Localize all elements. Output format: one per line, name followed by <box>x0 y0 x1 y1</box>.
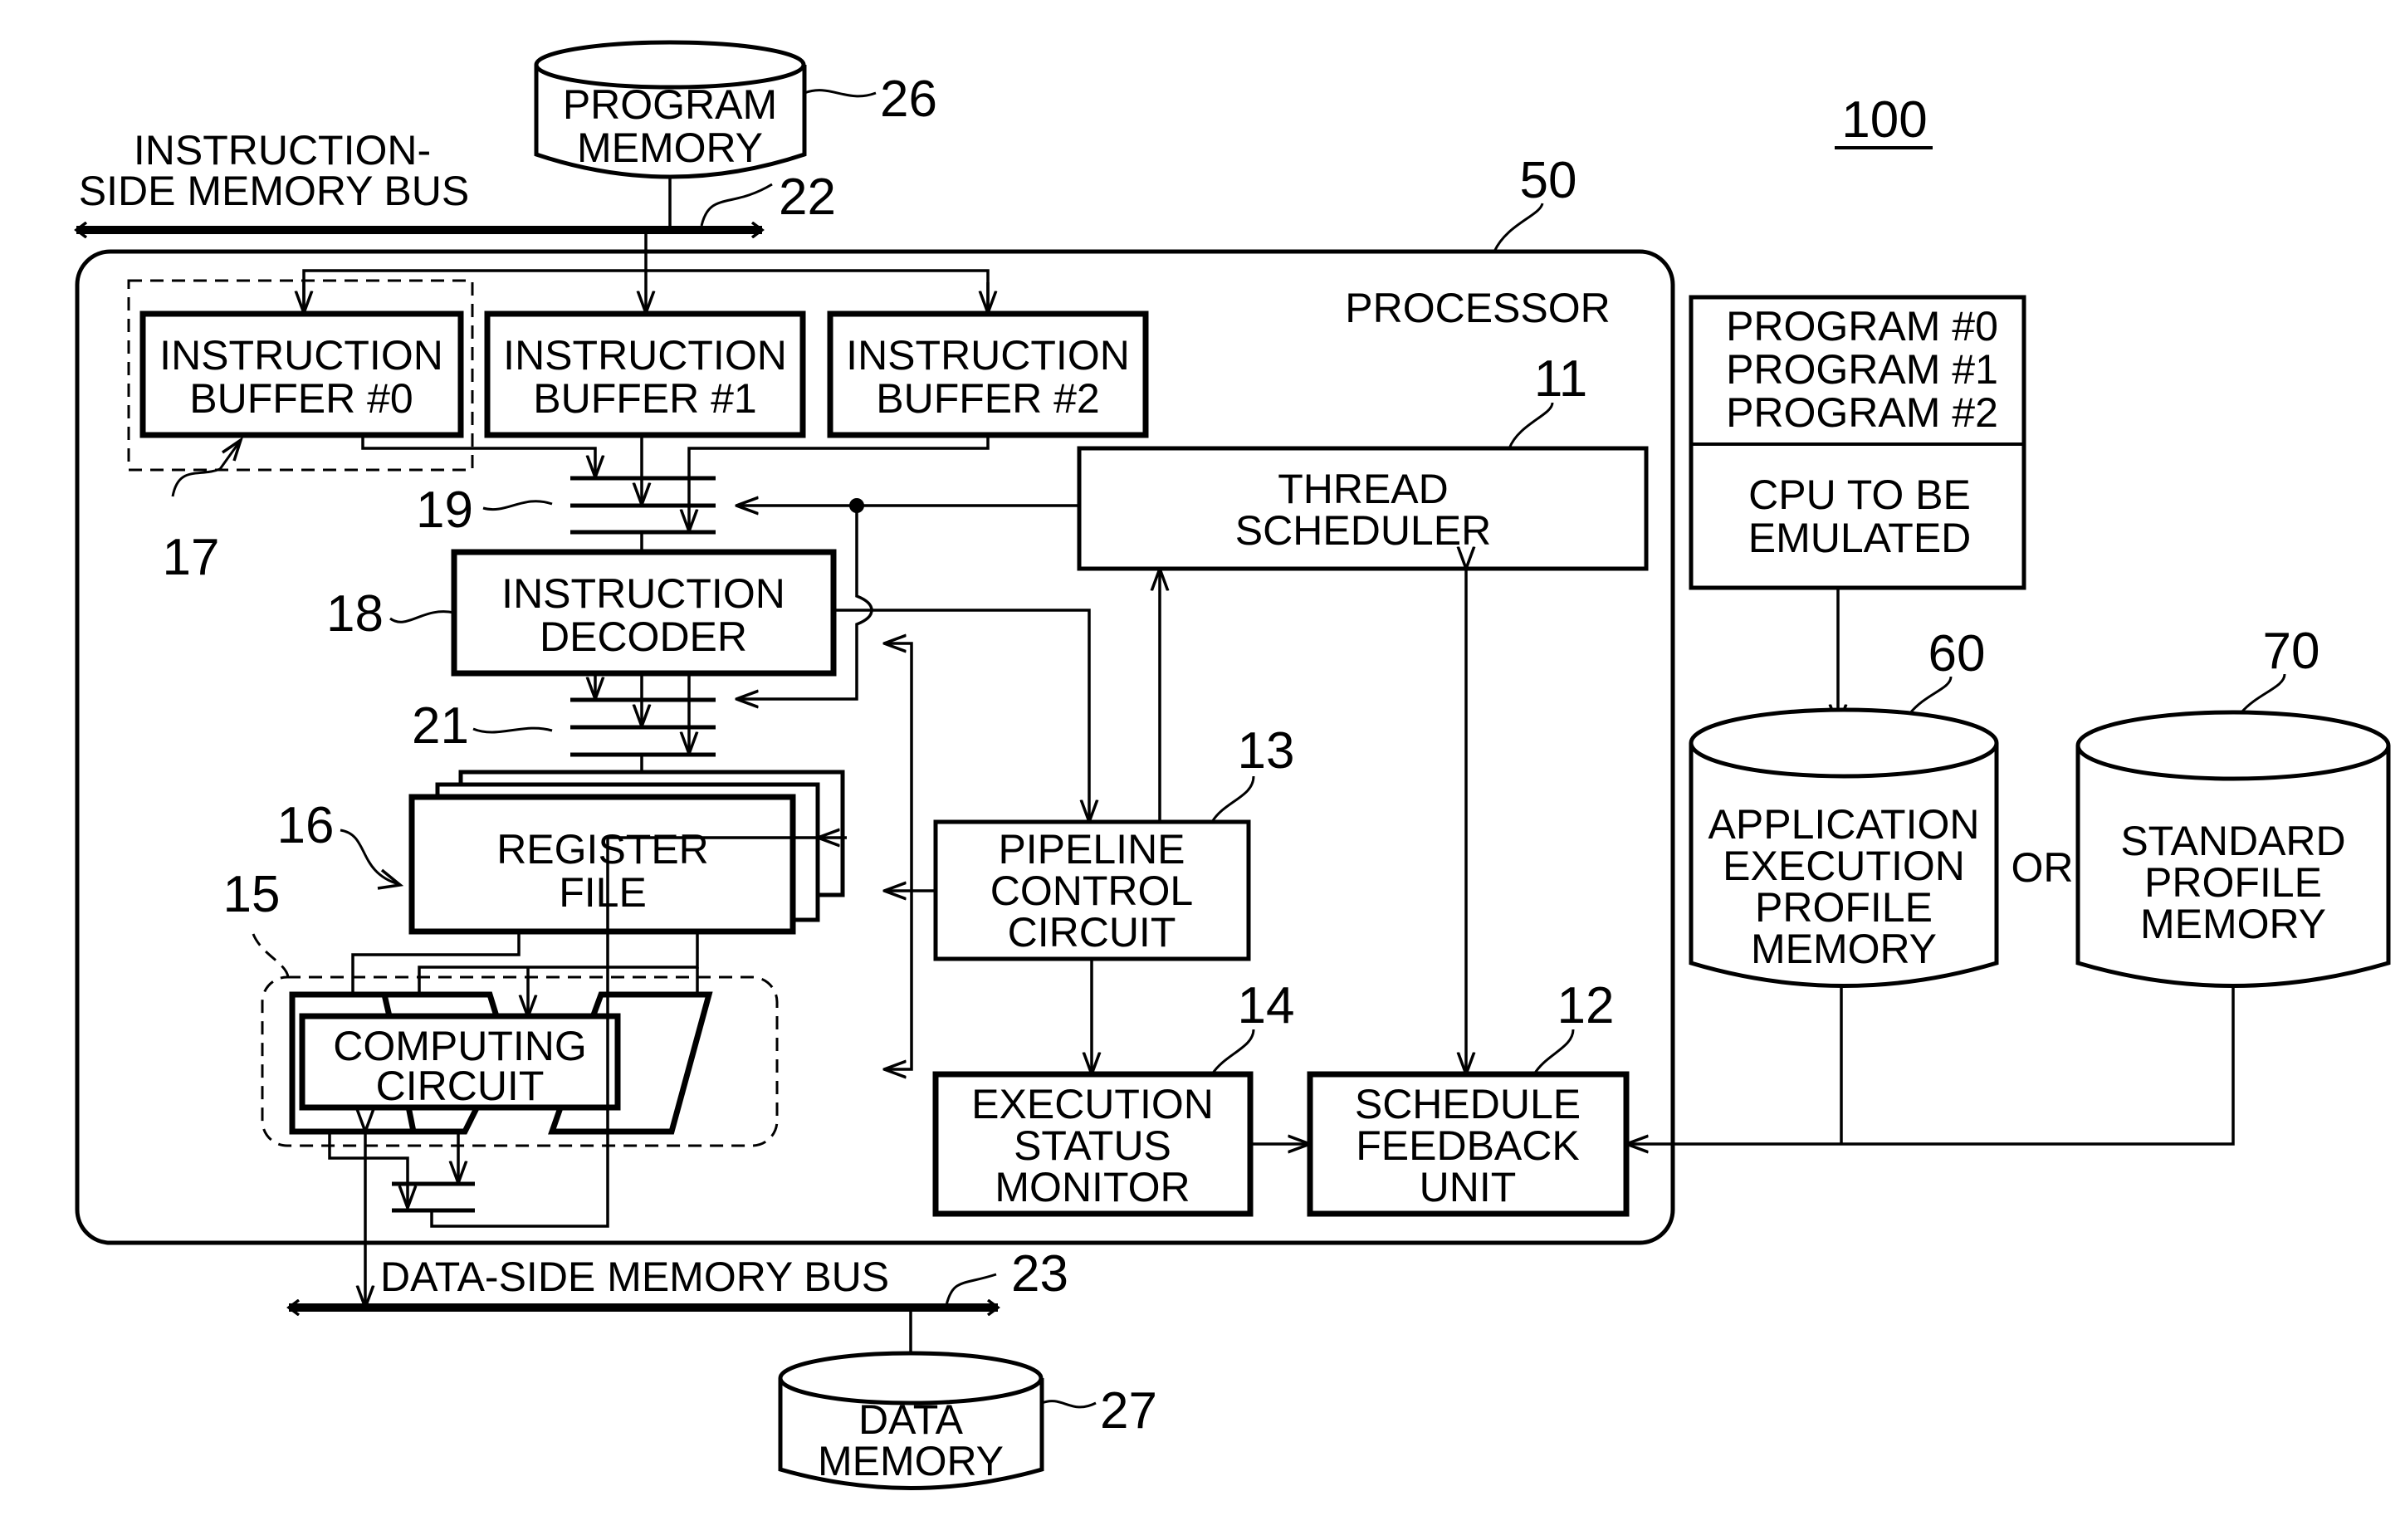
processor-label: PROCESSOR <box>1345 285 1611 331</box>
schedule-feedback-unit[interactable]: SCHEDULE FEEDBACK UNIT <box>1307 1071 1630 1217</box>
execution-status-label-3: MONITOR <box>995 1164 1190 1210</box>
instruction-buffer-1-label-1: INSTRUCTION <box>503 332 787 379</box>
leader-15 <box>252 933 290 978</box>
app-profile-label-4: MEMORY <box>1751 926 1937 972</box>
program-0-label: PROGRAM #0 <box>1726 303 1998 350</box>
ref-15: 15 <box>223 866 281 923</box>
schedule-feedback-label-1: SCHEDULE <box>1355 1081 1581 1127</box>
ref-50: 50 <box>1520 152 1577 209</box>
ref-14: 14 <box>1238 977 1295 1034</box>
ref-23: 23 <box>1011 1245 1068 1303</box>
ref-60: 60 <box>1928 625 1986 682</box>
leader-27 <box>1041 1400 1097 1409</box>
program-1-label: PROGRAM #1 <box>1726 346 1998 393</box>
ref-26: 26 <box>880 71 937 128</box>
cpu-emulated-label-2: EMULATED <box>1748 515 1972 561</box>
computing-circuit-label-2: CIRCUIT <box>376 1063 545 1109</box>
schedule-feedback-label-3: UNIT <box>1420 1164 1517 1210</box>
register-file-label-1: REGISTER <box>496 826 709 873</box>
instruction-buffer-1[interactable]: INSTRUCTION BUFFER #1 <box>484 310 806 438</box>
data-memory[interactable]: DATA MEMORY <box>778 1351 1044 1490</box>
ref-16: 16 <box>277 797 335 854</box>
register-file[interactable]: REGISTER FILE <box>408 770 845 935</box>
compute-out-a <box>328 1132 408 1208</box>
program-2-label: PROGRAM #2 <box>1726 389 1998 436</box>
pipeline-control-label-1: PIPELINE <box>998 826 1185 873</box>
data-memory-label-1: DATA <box>858 1396 964 1443</box>
instruction-decoder[interactable]: INSTRUCTION DECODER <box>451 549 837 677</box>
program-memory-label-2: MEMORY <box>577 125 763 171</box>
leader-50 <box>1493 203 1544 252</box>
execution-status-label-1: EXECUTION <box>971 1081 1214 1127</box>
ref-21: 21 <box>412 697 469 755</box>
data-bus-label: DATA-SIDE MEMORY BUS <box>380 1254 889 1300</box>
computing-circuit[interactable]: COMPUTING CIRCUIT <box>289 991 713 1135</box>
program-memory-label-1: PROGRAM <box>563 81 777 128</box>
register-file-label-2: FILE <box>559 869 647 916</box>
leader-19 <box>482 500 553 511</box>
instruction-buffer-0[interactable]: INSTRUCTION BUFFER #0 <box>139 310 464 438</box>
instruction-bus-label-2: SIDE MEMORY BUS <box>79 168 469 214</box>
pipeline-control-circuit[interactable]: PIPELINE CONTROL CIRCUIT <box>933 819 1251 961</box>
app-profile-label-1: APPLICATION <box>1708 801 1980 848</box>
instruction-decoder-label-1: INSTRUCTION <box>501 570 785 617</box>
thread-scheduler-label-2: SCHEDULER <box>1235 507 1491 554</box>
instruction-bus-label-1: INSTRUCTION- <box>134 127 431 174</box>
app-profile-label-3: PROFILE <box>1755 884 1933 931</box>
ref-11: 11 <box>1534 350 1587 408</box>
or-label: OR <box>2011 844 2074 891</box>
instruction-buffer-0-label-2: BUFFER #0 <box>189 375 413 422</box>
pipeline-to-selector <box>884 643 913 891</box>
leader-12 <box>1532 1029 1575 1075</box>
std-profile-label-2: PROFILE <box>2144 859 2322 906</box>
leader-13 <box>1210 775 1255 823</box>
figure-ref: 100 <box>1841 91 1927 149</box>
processor-block-diagram: 100 PROGRAM MEMORY 26 INSTRUCTION- SIDE … <box>0 40 2391 1490</box>
instruction-buffer-2-label-2: BUFFER #2 <box>876 375 1100 422</box>
instruction-buffer-0-label-1: INSTRUCTION <box>159 332 443 379</box>
buffer2-output <box>689 435 990 531</box>
app-profile-label-2: EXECUTION <box>1723 843 1965 889</box>
standard-profile-memory[interactable]: STANDARD PROFILE MEMORY <box>2075 710 2391 988</box>
program-memory[interactable]: PROGRAM MEMORY <box>534 40 807 179</box>
leader-23 <box>945 1273 997 1306</box>
execution-status-label-2: STATUS <box>1014 1122 1171 1169</box>
instruction-decoder-label-2: DECODER <box>540 614 747 660</box>
leader-18 <box>389 610 455 623</box>
pipeline-control-label-3: CIRCUIT <box>1008 909 1176 956</box>
std-profile-label-1: STANDARD <box>2120 818 2345 864</box>
ref-22: 22 <box>779 169 836 226</box>
leader-14 <box>1210 1029 1255 1075</box>
thread-scheduler[interactable]: THREAD SCHEDULER <box>1077 446 1649 571</box>
cpu-emulated-label-1: CPU TO BE <box>1748 472 1971 518</box>
ref-12: 12 <box>1557 977 1615 1034</box>
ref-70: 70 <box>2263 623 2320 680</box>
instruction-buffer-2-label-1: INSTRUCTION <box>846 332 1130 379</box>
leader-26 <box>804 89 877 98</box>
program-table[interactable]: PROGRAM #0 PROGRAM #1 PROGRAM #2 CPU TO … <box>1689 295 2026 590</box>
decoder-to-pipeline <box>833 609 1089 822</box>
ref-19: 19 <box>416 482 473 539</box>
ref-13: 13 <box>1238 722 1295 780</box>
leader-17-arrowhead <box>222 436 244 462</box>
data-memory-label-2: MEMORY <box>818 1438 1004 1484</box>
ref-27: 27 <box>1100 1382 1157 1440</box>
leader-11 <box>1508 402 1554 449</box>
schedule-feedback-label-2: FEEDBACK <box>1356 1122 1580 1169</box>
leader-22 <box>700 183 773 227</box>
profiles-to-feedback <box>1626 986 2235 1144</box>
instruction-buffer-1-label-2: BUFFER #1 <box>533 375 757 422</box>
ref-17: 17 <box>163 529 220 586</box>
writeback-selector <box>392 1181 475 1213</box>
thread-scheduler-label-1: THREAD <box>1278 466 1449 512</box>
execution-status-monitor[interactable]: EXECUTION STATUS MONITOR <box>932 1071 1254 1217</box>
leader-21 <box>472 726 553 734</box>
std-profile-label-3: MEMORY <box>2140 901 2326 947</box>
pipeline-to-decoder-feedback <box>884 891 913 1069</box>
instruction-buffer-2[interactable]: INSTRUCTION BUFFER #2 <box>827 310 1149 438</box>
pipeline-control-label-2: CONTROL <box>990 868 1193 914</box>
ref-18: 18 <box>326 585 384 643</box>
application-execution-profile-memory[interactable]: APPLICATION EXECUTION PROFILE MEMORY <box>1689 707 1999 988</box>
